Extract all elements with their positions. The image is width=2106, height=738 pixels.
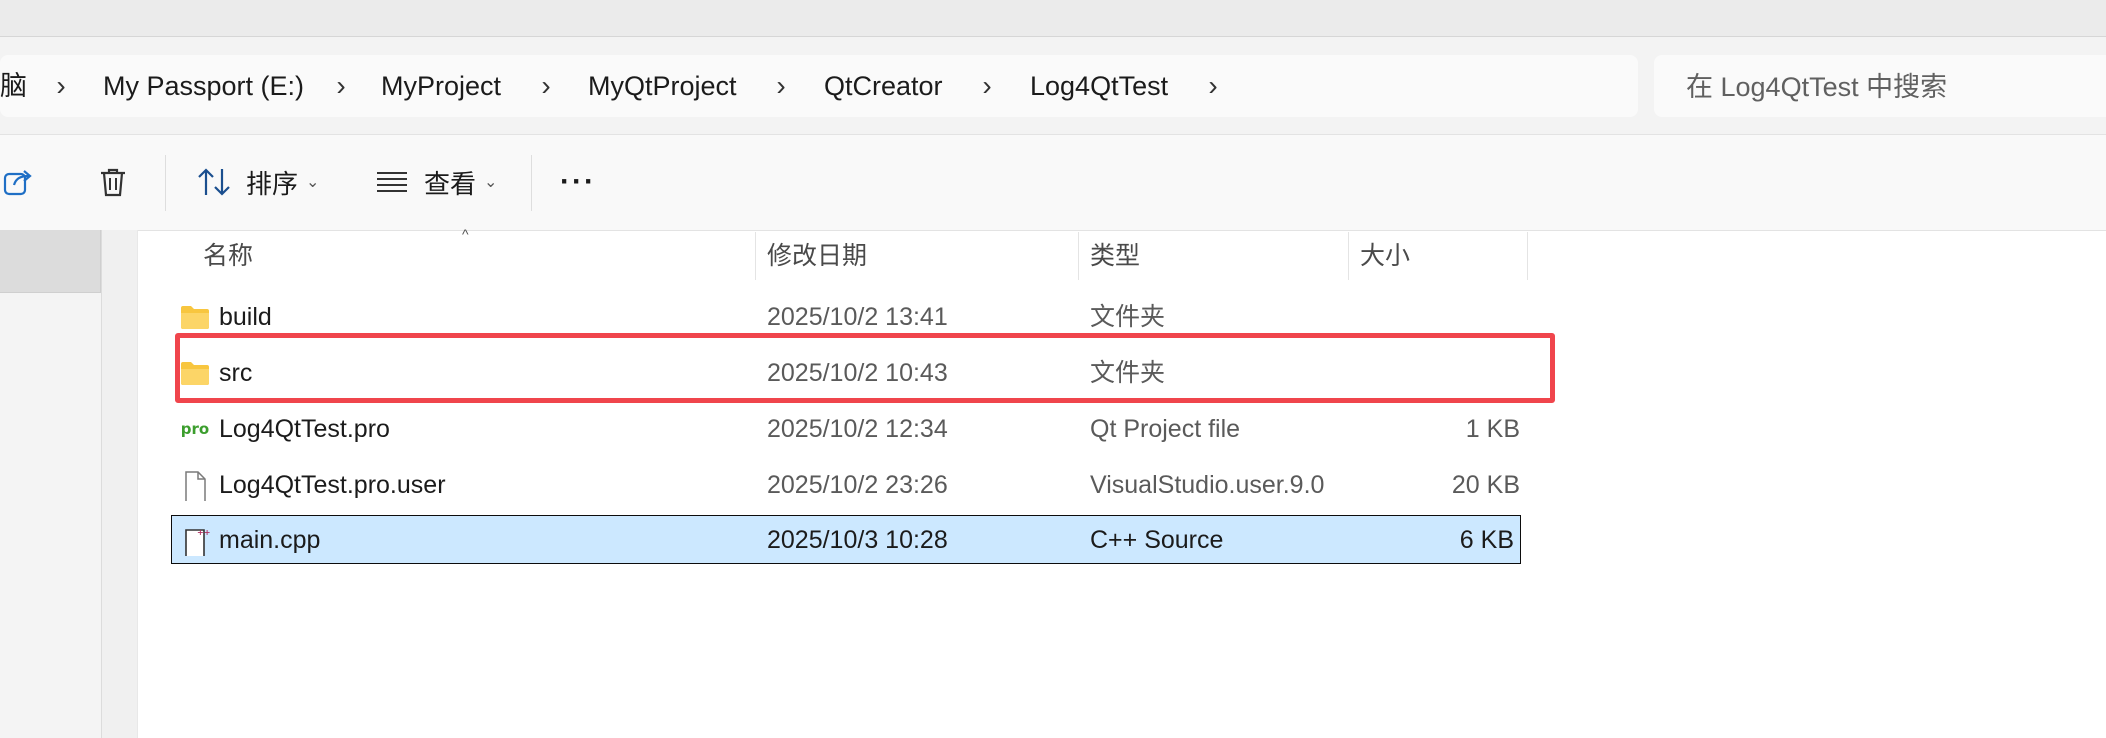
column-divider[interactable] (1527, 232, 1528, 280)
share-button[interactable] (0, 151, 40, 213)
breadcrumb-item-this-pc[interactable]: 脑 (0, 55, 27, 117)
file-type: VisualStudio.user.9.0 (1090, 471, 1325, 499)
sort-ascending-icon: ^ (462, 226, 469, 242)
trash-icon (101, 168, 125, 197)
file-row-main-cpp[interactable]: ++ main.cpp 2025/10/3 10:28 C++ Source 6… (171, 515, 1521, 564)
chevron-right-icon[interactable]: › (326, 55, 356, 117)
file-type: Qt Project file (1090, 415, 1241, 443)
chevron-right-icon[interactable]: › (972, 55, 1002, 117)
toolbar-separator (531, 155, 532, 211)
column-divider[interactable] (755, 232, 756, 280)
view-label: 查看 (424, 168, 477, 199)
qt-pro-file-icon: pro (180, 420, 210, 438)
sort-button[interactable]: 排序 ⌄ (196, 151, 319, 213)
breadcrumb-item-my-passport[interactable]: My Passport (E:) (103, 55, 304, 117)
search-box[interactable] (1654, 55, 2106, 119)
breadcrumb-item-qtcreator[interactable]: QtCreator (824, 55, 943, 117)
command-toolbar: 排序 ⌄ 查看 ⌄ ··· (0, 134, 2106, 231)
window-titlebar (0, 0, 2106, 37)
toolbar-separator (165, 155, 166, 211)
address-bar[interactable]: 脑 › My Passport (E:) › MyProject › MyQtP… (0, 55, 1638, 117)
address-row: 脑 › My Passport (E:) › MyProject › MyQtP… (0, 37, 2106, 134)
sort-icon (198, 168, 230, 196)
navigation-scrollbar[interactable] (101, 230, 138, 738)
chevron-down-icon: ⌄ (484, 174, 498, 191)
file-row-log4qttest-pro-user[interactable]: Log4QtTest.pro.user 2025/10/2 23:26 Visu… (172, 459, 1520, 511)
highlight-annotation-box (175, 333, 1555, 403)
column-header-type[interactable]: 类型 (1090, 230, 1140, 282)
file-size: 20 KB (1451, 471, 1520, 499)
folder-icon (181, 306, 209, 329)
generic-file-icon (185, 471, 206, 501)
delete-button[interactable] (96, 151, 140, 213)
breadcrumb-item-myqtproject[interactable]: MyQtProject (588, 55, 737, 117)
cpp-file-icon: ++ (185, 528, 210, 556)
file-name: main.cpp (219, 526, 321, 554)
view-button[interactable]: 查看 ⌄ (374, 151, 497, 213)
chevron-right-icon[interactable]: › (766, 55, 796, 117)
chevron-right-icon[interactable]: › (1198, 55, 1228, 117)
chevron-right-icon[interactable]: › (531, 55, 561, 117)
column-divider[interactable] (1348, 232, 1349, 280)
share-icon (3, 170, 32, 196)
column-divider[interactable] (1078, 232, 1079, 280)
chevron-down-icon: ⌄ (306, 174, 320, 191)
breadcrumb-item-log4qttest[interactable]: Log4QtTest (1030, 55, 1168, 117)
column-header-name[interactable]: 名称 (203, 230, 253, 282)
file-modified: 2025/10/2 23:26 (767, 471, 948, 499)
file-modified: 2025/10/3 10:28 (767, 526, 948, 554)
breadcrumb-item-myproject[interactable]: MyProject (381, 55, 501, 117)
navigation-selected-item[interactable] (0, 230, 101, 293)
svg-text:++: ++ (197, 528, 210, 537)
file-size: 1 KB (1465, 415, 1520, 443)
search-input[interactable] (1684, 55, 2106, 119)
file-type: C++ Source (1090, 526, 1224, 554)
column-header-size[interactable]: 大小 (1360, 230, 1410, 282)
view-list-icon (377, 172, 407, 192)
file-modified: 2025/10/2 12:34 (767, 415, 948, 443)
file-size: 6 KB (1459, 526, 1514, 554)
file-name: Log4QtTest.pro (219, 415, 390, 443)
file-name: Log4QtTest.pro.user (219, 471, 446, 499)
column-header-modified[interactable]: 修改日期 (767, 230, 867, 282)
sort-label: 排序 (246, 168, 299, 199)
more-options-button[interactable]: ··· (560, 151, 596, 213)
chevron-right-icon[interactable]: › (46, 55, 76, 117)
file-row-log4qttest-pro[interactable]: pro Log4QtTest.pro 2025/10/2 12:34 Qt Pr… (172, 403, 1520, 455)
